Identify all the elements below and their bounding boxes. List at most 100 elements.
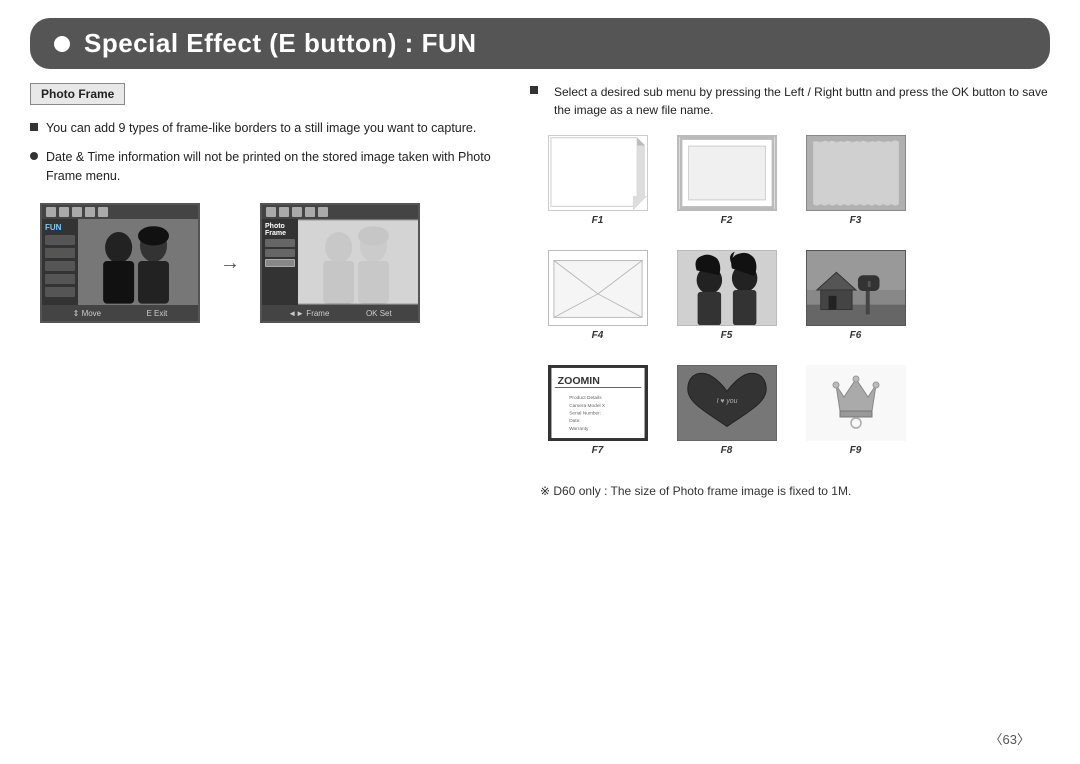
cam2-ok-text: OK Set	[366, 309, 392, 318]
cam1-icon1	[46, 207, 56, 217]
cam2-frame-text: ◄► Frame	[288, 309, 329, 318]
cam2-icon1	[266, 207, 276, 217]
frame8-svg: I ♥ you	[678, 365, 776, 441]
frame7-svg: ZOOMIN Product Details Camera Model X Se…	[550, 365, 646, 441]
frame-item-8: I ♥ you F8	[669, 365, 784, 470]
header-dot	[54, 36, 70, 52]
cam2-menu-item1	[265, 239, 295, 247]
cam2-icon3	[292, 207, 302, 217]
svg-text:Product Details: Product Details	[569, 395, 602, 401]
frame-label-4: F4	[592, 330, 604, 341]
frame-label-6: F6	[850, 330, 862, 341]
footer-note: ※ D60 only : The size of Photo frame ima…	[530, 484, 1050, 498]
frame-label-1: F1	[592, 215, 604, 226]
frame-thumb-5	[677, 250, 777, 326]
cam1-fun-label: FUN	[45, 223, 75, 232]
frame9-svg	[806, 365, 906, 441]
frame4-svg	[549, 250, 647, 326]
svg-text:Date:: Date:	[569, 418, 580, 424]
photo-frame-badge: Photo Frame	[30, 83, 125, 105]
page-title: Special Effect (E button) : FUN	[84, 28, 477, 59]
frame-label-7: F7	[592, 445, 604, 456]
cam2-photo	[298, 219, 418, 305]
cam1-move-text: ⇕ Move	[73, 309, 102, 318]
left-column: Photo Frame You can add 9 types of frame…	[30, 83, 520, 498]
frame-thumb-4	[548, 250, 648, 326]
cam2-toolbar	[262, 205, 418, 219]
right-bullet-icon	[530, 86, 538, 94]
frame-label-3: F3	[850, 215, 862, 226]
right-column: Select a desired sub menu by pressing th…	[520, 83, 1050, 498]
svg-text:Camera Model X: Camera Model X	[569, 403, 606, 409]
page-header: Special Effect (E button) : FUN	[30, 18, 1050, 69]
frame1-svg	[549, 135, 647, 211]
cam2-menu-item2	[265, 249, 295, 257]
cam1-icon2	[59, 207, 69, 217]
frame-item-1: F1	[540, 135, 655, 240]
cam2-menu: Photo Frame	[262, 219, 298, 305]
frame-item-9: F9	[798, 365, 913, 470]
frame-grid: F1 F2	[540, 135, 1050, 470]
cam1-menu-item1	[45, 235, 75, 245]
cam1-menu-item3	[45, 261, 75, 271]
frame6-svg	[807, 250, 905, 326]
svg-text:Warranty: Warranty	[569, 426, 589, 432]
bullet-text-1: You can add 9 types of frame-like border…	[46, 119, 476, 138]
frame-item-6: F6	[798, 250, 913, 355]
frame-thumb-1	[548, 135, 648, 211]
cam1-icon5	[98, 207, 108, 217]
frame-thumb-8: I ♥ you	[677, 365, 777, 441]
cam1-bottom-bar: ⇕ Move E Exit	[42, 305, 198, 321]
bullet-item-1: You can add 9 types of frame-like border…	[30, 119, 500, 138]
frame-label-5: F5	[721, 330, 733, 341]
cam1-menu: FUN	[42, 219, 78, 305]
frame-thumb-2	[677, 135, 777, 211]
cam1-menu-item4	[45, 274, 75, 284]
cam1-body: FUN	[42, 219, 198, 305]
frame2-svg	[679, 135, 775, 211]
frame-item-7: ZOOMIN Product Details Camera Model X Se…	[540, 365, 655, 470]
right-instructions: Select a desired sub menu by pressing th…	[530, 83, 1050, 119]
bullet-square-icon	[30, 123, 38, 131]
cam2-icon2	[279, 207, 289, 217]
frame-item-4: F4	[540, 250, 655, 355]
frame5-svg	[678, 250, 776, 326]
cam2-framed-svg	[298, 219, 418, 305]
frame-thumb-9	[806, 365, 906, 441]
frame-thumb-3	[806, 135, 906, 211]
bullet-text-2: Date & Time information will not be prin…	[46, 148, 500, 186]
arrow-right-icon: →	[220, 252, 240, 275]
cam2-icon4	[305, 207, 315, 217]
frame-label-9: F9	[850, 445, 862, 456]
right-instruction-text: Select a desired sub menu by pressing th…	[554, 83, 1050, 119]
footer-note-text: ※ D60 only : The size of Photo frame ima…	[540, 484, 851, 498]
camera-screen-1: FUN	[40, 203, 200, 323]
content-area: Photo Frame You can add 9 types of frame…	[0, 69, 1080, 498]
frame-thumb-7: ZOOMIN Product Details Camera Model X Se…	[548, 365, 648, 441]
frame-label-8: F8	[721, 445, 733, 456]
cam2-icon5	[318, 207, 328, 217]
cam1-menu-item2	[45, 248, 75, 258]
frame-thumb-6	[806, 250, 906, 326]
page-number: 〈63〉	[990, 729, 1030, 748]
cam2-body: Photo Frame	[262, 219, 418, 305]
camera-preview-area: FUN	[30, 203, 500, 323]
frame-label-2: F2	[721, 215, 733, 226]
cam1-icon3	[72, 207, 82, 217]
frame3-svg	[807, 135, 905, 211]
cam1-photo	[78, 219, 198, 305]
cam2-photoframe-label: Photo Frame	[265, 223, 295, 237]
bullet-circle-icon	[30, 152, 38, 160]
cam1-icon4	[85, 207, 95, 217]
svg-text:ZOOMIN: ZOOMIN	[557, 375, 599, 387]
camera-screen-2: Photo Frame	[260, 203, 420, 323]
frame-item-2: F2	[669, 135, 784, 240]
cam1-e-text: E Exit	[146, 309, 167, 318]
svg-text:Serial Number:: Serial Number:	[569, 411, 601, 417]
cam2-bottom-bar: ◄► Frame OK Set	[262, 305, 418, 321]
cam1-menu-item5	[45, 287, 75, 297]
frame-item-3: F3	[798, 135, 913, 240]
cam2-menu-item3	[265, 259, 295, 267]
cam1-people-svg	[78, 219, 198, 305]
bullet-item-2: Date & Time information will not be prin…	[30, 148, 500, 186]
